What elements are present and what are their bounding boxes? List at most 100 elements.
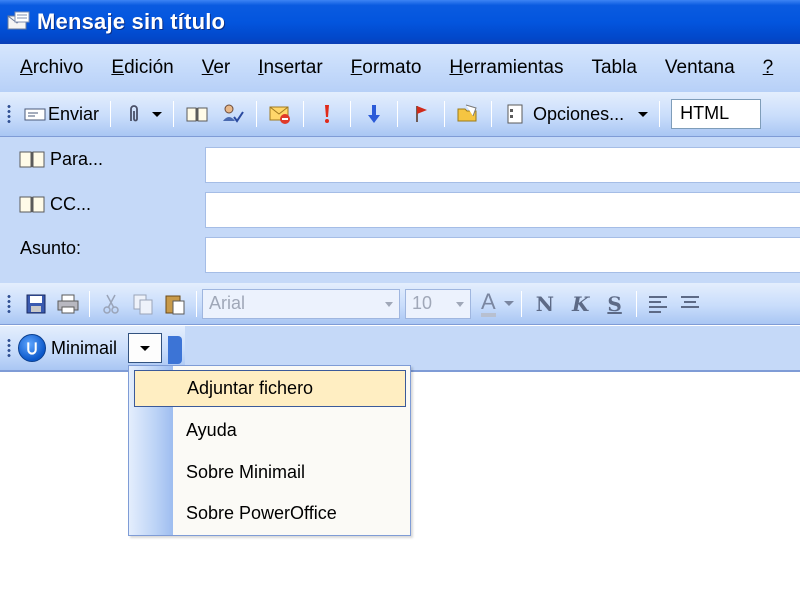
font-color-dropdown-arrow[interactable] (503, 301, 514, 306)
separator (256, 101, 258, 127)
attach-button[interactable] (116, 98, 168, 130)
subject-label: Asunto: (20, 238, 82, 258)
menu-help[interactable]: ? (763, 57, 774, 79)
send-icon (24, 108, 46, 121)
flag-icon (416, 106, 428, 122)
font-size-value: 10 (412, 292, 433, 313)
italic-button[interactable]: K (572, 292, 589, 316)
separator (520, 290, 522, 317)
separator (110, 101, 112, 127)
bold-button[interactable]: N (536, 292, 554, 316)
scissors-icon (103, 294, 119, 314)
menu-edicion[interactable]: Edición (111, 57, 173, 79)
message-format-select[interactable]: HTML (671, 99, 762, 129)
cc-field[interactable] (205, 192, 800, 228)
folder-open-icon (457, 104, 477, 122)
toolbar-grip[interactable] (6, 104, 12, 124)
address-book-icon (19, 196, 45, 213)
separator (196, 290, 197, 317)
permission-button[interactable] (262, 98, 298, 130)
down-arrow-icon (368, 105, 381, 123)
options-label: Opciones... (533, 103, 625, 124)
options-dropdown-arrow[interactable] (638, 111, 649, 117)
address-book-button[interactable] (179, 98, 215, 130)
check-names-button[interactable] (215, 98, 251, 130)
subject-field[interactable] (205, 237, 800, 273)
message-envelope-icon (7, 11, 30, 30)
address-book-icon (186, 107, 208, 122)
minimail-logo-icon (18, 334, 46, 362)
menu-item-ayuda[interactable]: Ayuda (134, 412, 406, 449)
to-field[interactable] (205, 147, 800, 183)
menu-item-sobre-poweroffice[interactable]: Sobre PowerOffice (134, 495, 406, 532)
importance-high-button[interactable] (309, 98, 345, 130)
separator (397, 101, 399, 127)
align-center-button[interactable] (674, 288, 706, 320)
cc-row: CC... (0, 187, 800, 228)
minimail-button[interactable]: Minimail (18, 334, 117, 362)
save-icon (26, 294, 46, 313)
follow-up-flag-button[interactable] (403, 98, 439, 130)
standard-toolbar: Enviar Opciones... HTML (0, 92, 800, 137)
cc-button[interactable]: CC... (18, 193, 91, 215)
importance-low-button[interactable] (356, 98, 392, 130)
minimail-dropdown-button[interactable] (128, 333, 162, 363)
menu-ventana[interactable]: Ventana (665, 57, 735, 79)
menu-tabla[interactable]: Tabla (591, 57, 636, 79)
menu-item-adjuntar-fichero[interactable]: Adjuntar fichero (134, 370, 406, 407)
options-button[interactable]: Opciones... (497, 98, 654, 130)
align-left-button[interactable] (642, 288, 674, 320)
open-folder-button[interactable] (450, 98, 486, 130)
copy-icon (133, 294, 153, 314)
separator (444, 101, 446, 127)
window-title: Mensaje sin título (37, 9, 226, 34)
toolbar-grip[interactable] (6, 293, 12, 314)
address-book-icon (19, 151, 45, 168)
separator (303, 101, 305, 127)
printer-icon (57, 294, 79, 313)
chevron-down-icon (385, 301, 393, 307)
font-color-label: A (481, 290, 496, 317)
to-row: Para... (0, 142, 800, 183)
menu-archivo[interactable]: Archivo (20, 57, 83, 79)
toolbar-options-handle[interactable] (168, 336, 182, 364)
chevron-down-icon (140, 345, 150, 351)
underline-button[interactable]: S (607, 292, 621, 316)
font-name-value: Arial (209, 292, 246, 313)
font-size-select[interactable]: 10 (405, 288, 471, 319)
exclamation-icon (325, 105, 330, 123)
cut-button[interactable] (95, 288, 127, 320)
formatting-toolbar: Arial 10 A N K S (0, 283, 800, 325)
align-left-icon (648, 295, 667, 313)
separator (659, 101, 661, 127)
check-names-icon (223, 104, 244, 123)
send-label: Enviar (48, 103, 100, 124)
font-color-button[interactable]: A (471, 288, 516, 320)
separator (350, 101, 352, 127)
send-button[interactable]: Enviar (16, 98, 105, 130)
menu-formato[interactable]: Formato (351, 57, 422, 79)
to-button[interactable]: Para... (18, 148, 103, 170)
font-name-select[interactable]: Arial (202, 288, 400, 319)
minimail-label: Minimail (51, 337, 118, 358)
paste-button[interactable] (159, 288, 191, 320)
title-bar: Mensaje sin título (0, 0, 800, 44)
toolbar-grip[interactable] (6, 338, 12, 358)
separator (89, 290, 90, 317)
paperclip-icon (130, 105, 138, 122)
menu-item-sobre-minimail[interactable]: Sobre Minimail (134, 454, 406, 491)
menu-bar: Archivo Edición Ver Insertar Formato Her… (0, 44, 800, 92)
print-button[interactable] (52, 288, 84, 320)
copy-button[interactable] (127, 288, 159, 320)
save-button[interactable] (20, 288, 52, 320)
menu-ver[interactable]: Ver (202, 57, 231, 79)
toolbar-dock-area (185, 326, 800, 370)
menu-herramientas[interactable]: Herramientas (449, 57, 563, 79)
paste-clipboard-icon (165, 295, 185, 314)
menu-insertar[interactable]: Insertar (258, 57, 322, 79)
cc-label: CC... (50, 193, 92, 214)
align-center-icon (680, 295, 699, 308)
attach-dropdown-arrow[interactable] (152, 111, 163, 117)
separator (491, 101, 493, 127)
separator (173, 101, 175, 127)
